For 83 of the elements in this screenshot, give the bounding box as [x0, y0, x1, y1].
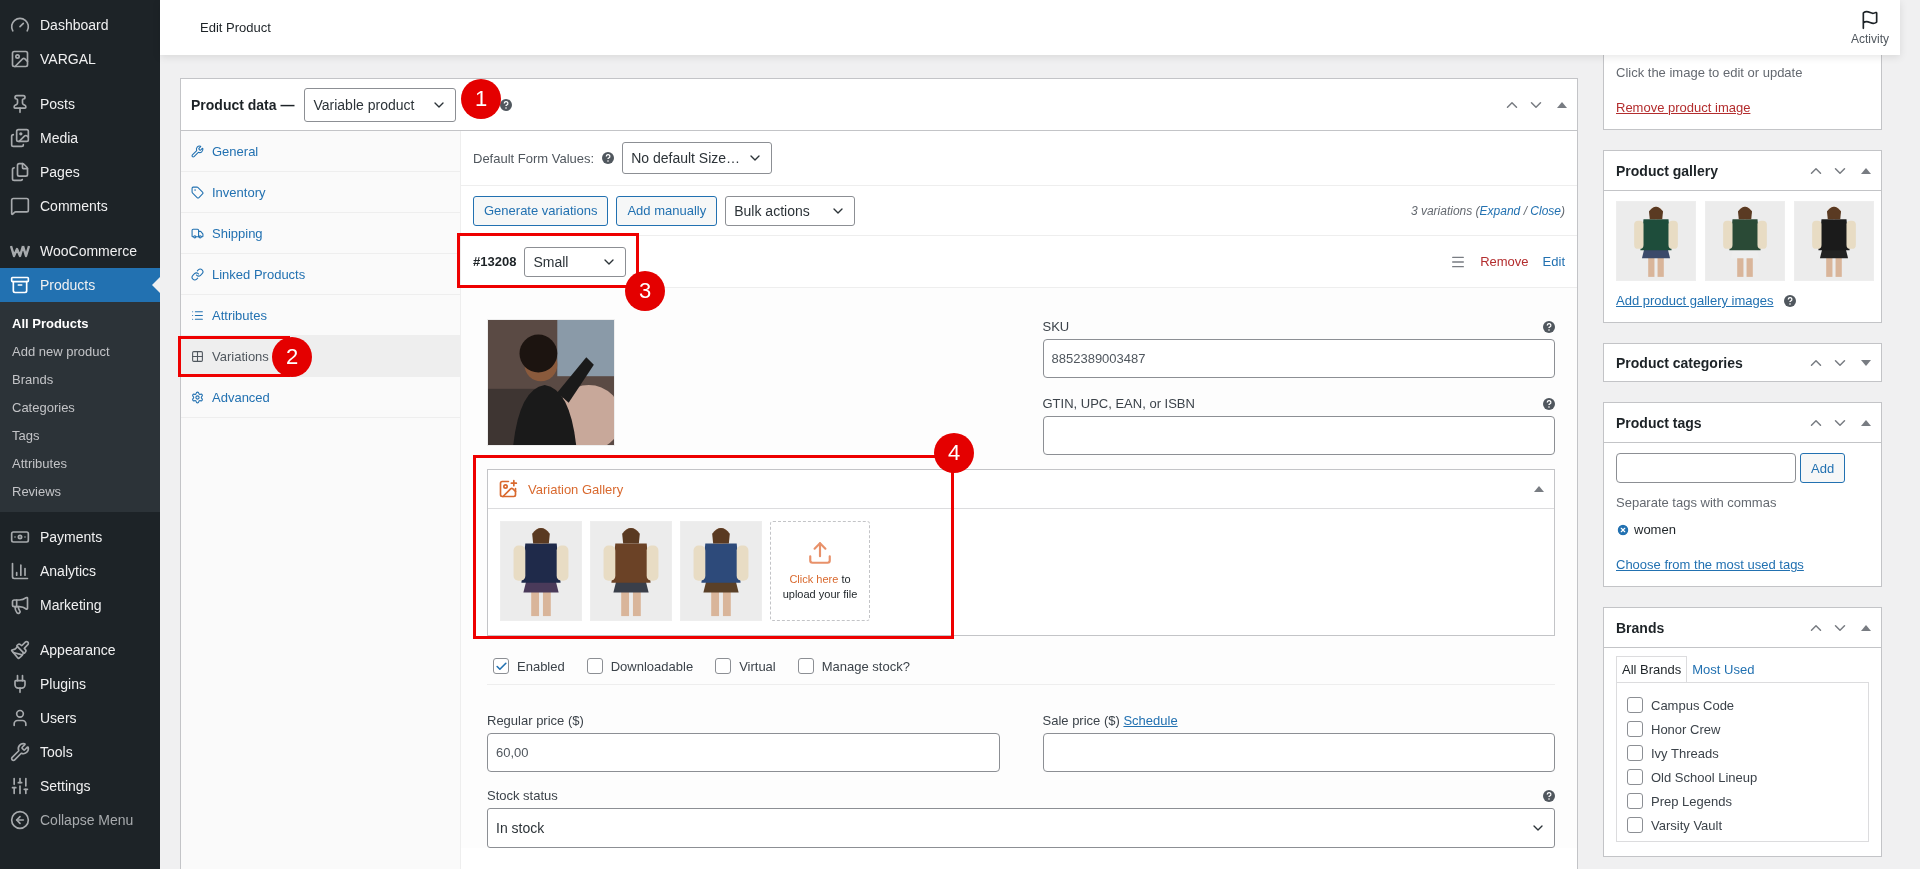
panel-tab[interactable]: Shipping: [191, 225, 263, 241]
gtin-label: GTIN, UPC, EAN, or ISBN: [1042, 396, 1195, 411]
sale-price-label: Sale price ($): [1042, 713, 1120, 728]
submenu-item[interactable]: Brands: [0, 365, 160, 393]
brand-label: Ivy Threads: [1651, 745, 1719, 761]
regular-price-field[interactable]: 60,00: [487, 733, 1000, 772]
brands-tab[interactable]: Most Used: [1687, 657, 1760, 682]
tag-label: women: [1634, 522, 1676, 537]
sidebar-item[interactable]: Appearance: [0, 633, 160, 667]
bulk-actions-dropdown[interactable]: Bulk actions: [725, 195, 856, 226]
regular-price-label: Regular price ($): [487, 713, 584, 728]
stock-status-dropdown[interactable]: In stock: [487, 808, 1555, 848]
brand-label: Old School Lineup: [1651, 769, 1758, 785]
sku-label: SKU: [1042, 319, 1070, 334]
brand-label: Honor Crew: [1651, 721, 1721, 737]
sidebar-item[interactable]: Dashboard: [0, 8, 160, 42]
sidebar-item[interactable]: Settings: [0, 769, 160, 803]
click-here-link[interactable]: Click here: [789, 572, 839, 585]
submenu-item[interactable]: Attributes: [0, 449, 160, 477]
brand-label: Prep Legends: [1651, 793, 1732, 809]
box-title: Product gallery: [1616, 162, 1718, 179]
sku-field[interactable]: 8852389003487: [1042, 339, 1555, 378]
add-gallery-link[interactable]: Add product gallery images: [1616, 293, 1774, 308]
default-size-dropdown[interactable]: No default Size…: [622, 142, 773, 174]
submenu-item[interactable]: Add new product: [0, 337, 160, 365]
sidebar-item[interactable]: Plugins: [0, 667, 160, 701]
hint-text: Separate tags with commas: [1616, 495, 1778, 510]
panel-tab[interactable]: Advanced: [191, 389, 270, 405]
sidebar-item[interactable]: VARGAL: [0, 42, 160, 76]
add-button[interactable]: Add: [1800, 453, 1846, 483]
panel-tab[interactable]: Attributes: [191, 307, 267, 323]
schedule-link[interactable]: Schedule: [1123, 713, 1178, 728]
variation-id: #13208: [473, 254, 517, 269]
action-button[interactable]: Add manually: [616, 195, 718, 226]
remove-image-link[interactable]: Remove product image: [1616, 100, 1869, 115]
brand-label: Varsity Vault: [1651, 817, 1723, 833]
variations-count: 3 variations (Expand / Close): [1410, 203, 1565, 218]
submenu-item[interactable]: Categories: [0, 393, 160, 421]
remove-link[interactable]: Remove: [1480, 254, 1529, 269]
sidebar-item[interactable]: Users: [0, 701, 160, 735]
panel-title: Product data —: [191, 96, 295, 113]
most-used-tags-link[interactable]: Choose from the most used tags: [1616, 557, 1869, 572]
box-title: Product tags: [1616, 414, 1702, 431]
brands-tab[interactable]: All Brands: [1616, 656, 1688, 683]
submenu-item[interactable]: All Products: [0, 309, 160, 337]
product-type-dropdown[interactable]: Variable product: [304, 87, 457, 122]
panel-tab[interactable]: Linked Products: [191, 266, 306, 282]
sidebar-item[interactable]: WooCommerce: [0, 234, 160, 268]
default-values-label: Default Form Values:: [473, 150, 595, 166]
brand-label: Campus Code: [1651, 697, 1735, 713]
page-title: Edit Product: [200, 20, 271, 35]
submenu-item[interactable]: Reviews: [0, 477, 160, 505]
submenu-item[interactable]: Tags: [0, 421, 160, 449]
upload-text: Click here to upload your file: [781, 571, 859, 602]
collapse-menu-button[interactable]: Collapse Menu: [0, 803, 160, 837]
option-label: Downloadable: [610, 658, 694, 674]
option-label: Manage stock?: [821, 658, 910, 674]
action-button[interactable]: Generate variations: [473, 195, 609, 226]
edit-link[interactable]: Edit: [1542, 254, 1565, 269]
activity-button[interactable]: Activity: [1840, 8, 1900, 47]
upload-tile[interactable]: Click here to upload your file: [770, 521, 870, 621]
sidebar-item[interactable]: Payments: [0, 520, 160, 554]
expand-link[interactable]: Expand: [1479, 203, 1521, 218]
sidebar-item[interactable]: Pages: [0, 155, 160, 189]
option-label: Enabled: [517, 658, 565, 674]
sidebar-item[interactable]: Media: [0, 121, 160, 155]
stock-status-label: Stock status: [487, 788, 558, 803]
sidebar-item[interactable]: Comments: [0, 189, 160, 223]
sidebar-item[interactable]: Tools: [0, 735, 160, 769]
size-dropdown[interactable]: Small: [524, 246, 627, 277]
hint-text: Click the image to edit or update: [1616, 65, 1804, 80]
box-title: Product categories: [1616, 354, 1743, 371]
box-title: Brands: [1616, 619, 1665, 636]
sidebar-item[interactable]: Marketing: [0, 588, 160, 622]
panel-tab[interactable]: Variations: [191, 348, 269, 364]
panel-tab[interactable]: Inventory: [191, 184, 266, 200]
sidebar-item[interactable]: Products: [0, 268, 160, 302]
gallery-title: Variation Gallery: [528, 481, 624, 497]
option-label: Virtual: [739, 658, 776, 674]
sidebar-item[interactable]: Analytics: [0, 554, 160, 588]
close-link[interactable]: Close: [1530, 203, 1561, 218]
sidebar-item[interactable]: Posts: [0, 87, 160, 121]
panel-tab[interactable]: General: [191, 143, 259, 159]
